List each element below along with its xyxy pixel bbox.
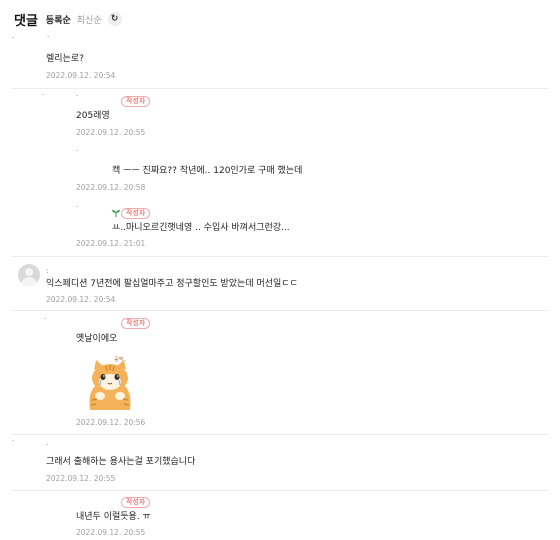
comment-date: 2022.09.12. 20:55 (46, 474, 116, 483)
sticker-caption: 훌쩍.. (114, 356, 127, 363)
author-badge: 작성자 (121, 208, 151, 219)
divider (12, 434, 548, 435)
divider (12, 88, 548, 89)
divider (12, 310, 548, 311)
comment-header: 댓글 등록순 최신순 ↻ (14, 10, 122, 29)
comment-text: 그래서 출해하는 용사는걸 포기했습니다 (46, 457, 196, 467)
sort-registered-button[interactable]: 등록순 (46, 13, 71, 26)
reply-mark: · (42, 91, 45, 99)
nickname-mark: · (46, 441, 49, 449)
comment-text: 렐리는로? (46, 54, 84, 64)
nickname-mark: · (12, 437, 15, 445)
comments-title: 댓글 (14, 13, 38, 29)
comment-text: ㅛ..마니오르긴햇네영 .. 수입사 바껴서그런강... (112, 223, 290, 233)
comment-date: 2022.09.12. 20:54 (46, 295, 116, 304)
comment-text: 옛날이에오 (76, 334, 118, 344)
sort-latest-button[interactable]: 최신순 (77, 13, 102, 26)
avatar[interactable] (18, 264, 40, 286)
comment-date: 2022.09.12. 20:56 (76, 418, 146, 427)
comment-date: 2022.09.12. 20:54 (46, 71, 116, 80)
nickname-mark: · (12, 34, 15, 42)
comment-date: 2022.09.12. 20:55 (76, 128, 146, 137)
author-badge: 작성자 (121, 96, 151, 107)
nickname-mark: : (46, 267, 49, 275)
comment-date: 2022.09.12. 20:58 (76, 183, 146, 192)
divider (12, 490, 548, 491)
reply-mark: · (44, 315, 47, 323)
author-badge: 작성자 (121, 497, 151, 508)
author-badge: 작성자 (121, 318, 151, 329)
cat-sticker: 훌쩍.. (89, 356, 131, 410)
comment-text: 캑 ㅡㅡ 진짜요?? 작년에.. 120인가로 구매 했는데 (112, 166, 303, 176)
divider (12, 256, 548, 257)
comment-text: 205래영 (76, 111, 110, 121)
nickname-mark: · (76, 92, 79, 100)
sprout-icon (112, 210, 120, 217)
comment-text: 익스페디션 7년전에 팔십얼마주고 정구할인도 받았는데 머선일ㄷㄷ (46, 279, 298, 289)
nickname-mark: · (47, 33, 50, 41)
nickname-mark: · (76, 147, 79, 155)
comment-date: 2022.09.12. 21:01 (76, 239, 146, 248)
refresh-icon[interactable]: ↻ (107, 12, 122, 26)
nickname-mark: · (76, 203, 79, 211)
comment-date: 2022.09.12. 20:55 (76, 528, 146, 537)
comment-text: 내년두 이럴듯용. ㅠ (76, 512, 151, 522)
